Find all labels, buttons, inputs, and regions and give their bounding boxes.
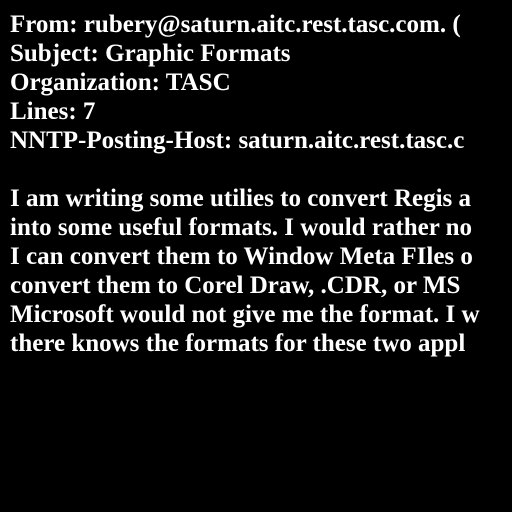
- header-nntp-posting-host: NNTP-Posting-Host: saturn.aitc.rest.tasc…: [10, 127, 465, 154]
- body-line: Microsoft would not give me the format. …: [10, 301, 480, 328]
- header-subject: Subject: Graphic Formats: [10, 40, 291, 67]
- header-body-separator: [10, 155, 512, 184]
- header-organization: Organization: TASC: [10, 69, 231, 96]
- message-text: From: rubery@saturn.aitc.rest.tasc.com. …: [10, 10, 512, 358]
- body-line: there knows the formats for these two ap…: [10, 330, 466, 357]
- body-line: I can convert them to Window Meta FIles …: [10, 243, 473, 270]
- body-line: I am writing some utilies to convert Reg…: [10, 185, 472, 212]
- body-line: into some useful formats. I would rather…: [10, 214, 473, 241]
- header-lines: Lines: 7: [10, 98, 96, 125]
- header-from: From: rubery@saturn.aitc.rest.tasc.com. …: [10, 11, 461, 38]
- message-viewer: From: rubery@saturn.aitc.rest.tasc.com. …: [0, 0, 512, 512]
- body-line: convert them to Corel Draw, .CDR, or MS: [10, 272, 461, 299]
